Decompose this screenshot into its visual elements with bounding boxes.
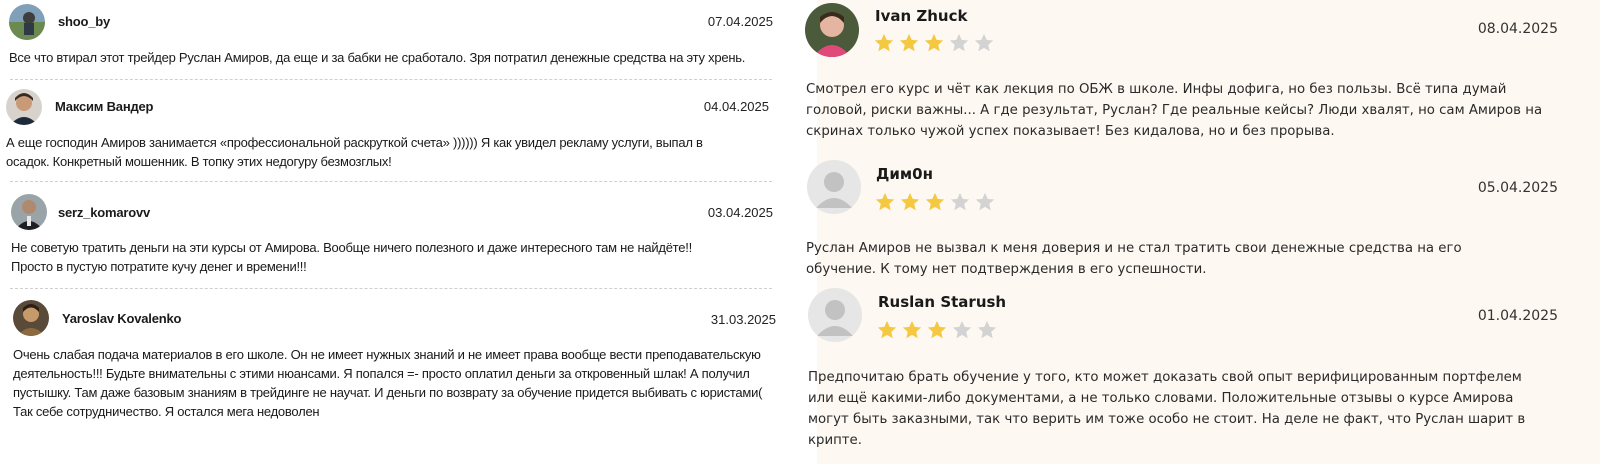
right-reviews-panel: Ivan Zhuck 08.04.2025 Смотрел его курс и… (805, 0, 1600, 464)
star-empty-icon (950, 192, 970, 211)
review-divider (10, 181, 772, 182)
review-author[interactable]: Ivan Zhuck (875, 7, 967, 25)
avatar[interactable] (9, 4, 45, 40)
review-text: Очень слабая подача материалов в его шко… (13, 347, 763, 419)
rating-stars (876, 319, 998, 341)
avatar[interactable] (11, 194, 47, 230)
review-date: 01.04.2025 (1477, 308, 1558, 324)
star-filled-icon (927, 320, 947, 339)
review-date: 05.04.2025 (1477, 180, 1558, 196)
star-empty-icon (952, 320, 972, 339)
star-filled-icon (924, 33, 944, 52)
left-reviews-panel: shoo_by 07.04.2025 Все что втирал этот т… (0, 0, 795, 464)
star-filled-icon (877, 320, 897, 339)
star-filled-icon (900, 192, 920, 211)
star-filled-icon (899, 33, 919, 52)
star-filled-icon (874, 33, 894, 52)
rating-stars (873, 32, 995, 54)
review-divider (10, 288, 772, 289)
rating-stars (874, 191, 996, 213)
review-text: Все что втирал этот трейдер Руслан Амиро… (9, 50, 746, 65)
review-text: Не советую тратить деньги на эти курсы о… (11, 240, 692, 274)
review-author[interactable]: Yaroslav Kovalenko (62, 311, 181, 326)
review-date: 08.04.2025 (1477, 21, 1558, 37)
avatar[interactable] (13, 300, 49, 336)
review-card: Максим Вандер 04.04.2025 А еще господин … (0, 86, 795, 181)
star-filled-icon (925, 192, 945, 211)
review-author[interactable]: shoo_by (58, 14, 110, 29)
avatar[interactable] (808, 288, 862, 342)
review-text: А еще господин Амиров занимается «профес… (6, 135, 703, 169)
review-date: 03.04.2025 (707, 205, 773, 220)
review-author[interactable]: Дим0н (876, 165, 933, 183)
avatar[interactable] (805, 3, 859, 57)
review-card: serz_komarovv 03.04.2025 Не советую трат… (0, 190, 795, 288)
star-filled-icon (902, 320, 922, 339)
review-date: 31.03.2025 (710, 312, 776, 327)
review-card: shoo_by 07.04.2025 Все что втирал этот т… (0, 0, 795, 80)
star-filled-icon (875, 192, 895, 211)
review-text: Смотрел его курс и чёт как лекция по ОБЖ… (806, 82, 1543, 139)
review-author[interactable]: Максим Вандер (55, 99, 153, 114)
review-date: 04.04.2025 (703, 99, 769, 114)
review-author[interactable]: serz_komarovv (58, 205, 150, 220)
avatar[interactable] (6, 89, 42, 125)
review-text: Руслан Амиров не вызвал к меня доверия и… (806, 241, 1462, 277)
review-text: Предпочитаю брать обучение у того, кто м… (808, 370, 1526, 448)
review-divider (10, 79, 772, 80)
avatar[interactable] (807, 160, 861, 214)
star-empty-icon (975, 192, 995, 211)
star-empty-icon (974, 33, 994, 52)
star-empty-icon (949, 33, 969, 52)
review-card: Yaroslav Kovalenko 31.03.2025 Очень слаб… (0, 298, 795, 458)
review-date: 07.04.2025 (707, 14, 773, 29)
review-author[interactable]: Ruslan Starush (878, 293, 1006, 311)
star-empty-icon (977, 320, 997, 339)
